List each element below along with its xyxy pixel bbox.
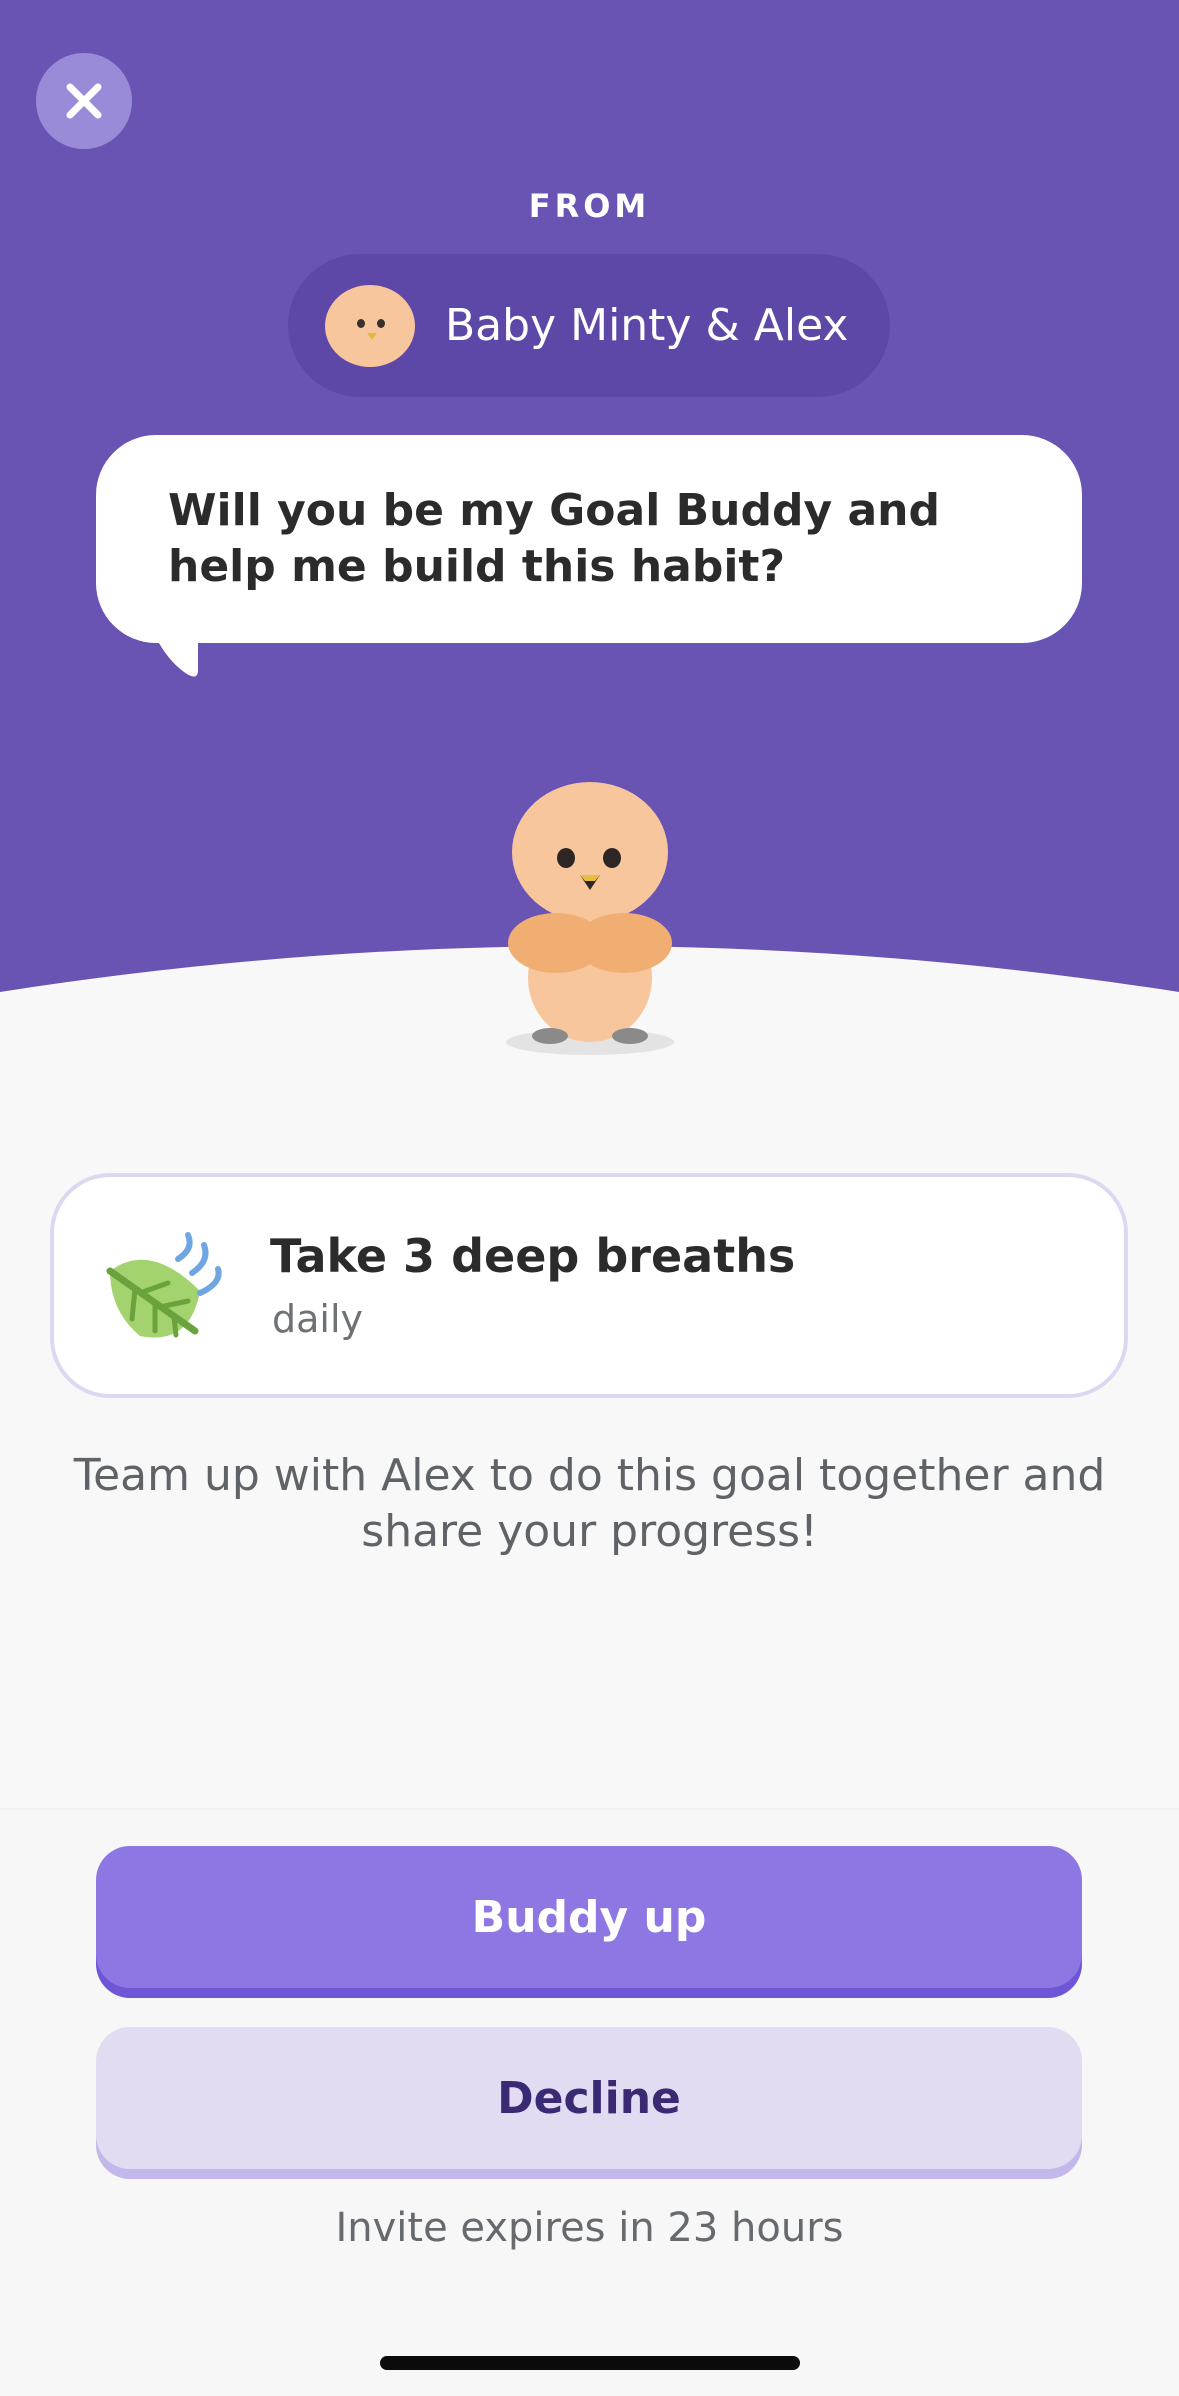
- invite-screen: FROM Baby Minty & Alex Will you be my Go…: [0, 0, 1179, 2396]
- mascot-illustration: [506, 782, 674, 1055]
- from-label: FROM: [528, 187, 651, 225]
- close-icon: [66, 83, 102, 119]
- buddy-up-button[interactable]: Buddy up: [96, 1846, 1082, 1988]
- close-button[interactable]: [36, 53, 132, 149]
- invite-message: Will you be my Goal Buddy and help me bu…: [168, 485, 940, 592]
- home-indicator[interactable]: [380, 2356, 800, 2370]
- sender-name: Baby Minty & Alex: [445, 300, 849, 351]
- avatar: [325, 284, 415, 367]
- decline-button[interactable]: Decline: [96, 2027, 1082, 2169]
- speech-bubble-tail: [148, 620, 198, 677]
- speech-bubble: Will you be my Goal Buddy and help me bu…: [96, 435, 1082, 643]
- team-up-description: Team up with Alex to do this goal togeth…: [73, 1450, 1106, 1557]
- sender-pill: Baby Minty & Alex: [288, 254, 890, 397]
- goal-title: Take 3 deep breaths: [270, 1229, 796, 1283]
- goal-frequency: daily: [272, 1297, 364, 1341]
- invite-expiry-text: Invite expires in 23 hours: [335, 2205, 844, 2251]
- leaf-wind-icon: [106, 1232, 222, 1338]
- goal-card: Take 3 deep breaths daily: [50, 1173, 1128, 1398]
